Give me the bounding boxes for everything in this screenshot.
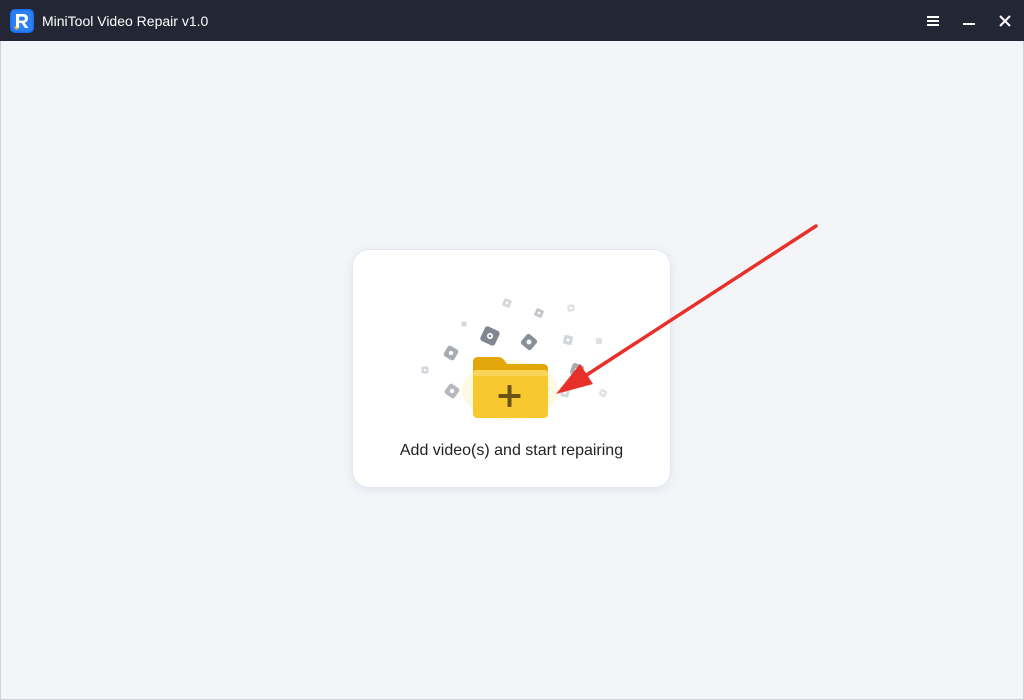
- folder-add-icon: [473, 357, 548, 418]
- app-title: MiniTool Video Repair v1.0: [42, 13, 209, 29]
- minimize-button[interactable]: [954, 6, 984, 36]
- menu-icon: [927, 16, 939, 26]
- add-video-label: Add video(s) and start repairing: [399, 442, 624, 459]
- folder-add-illustration: [421, 298, 608, 420]
- close-button[interactable]: [990, 6, 1020, 36]
- menu-button[interactable]: [918, 6, 948, 36]
- minimize-icon: [963, 23, 975, 25]
- add-video-card[interactable]: Add video(s) and start repairing: [353, 250, 670, 487]
- title-bar: MiniTool Video Repair v1.0: [0, 0, 1024, 41]
- app-logo-icon: [10, 9, 34, 33]
- close-icon: [999, 15, 1011, 27]
